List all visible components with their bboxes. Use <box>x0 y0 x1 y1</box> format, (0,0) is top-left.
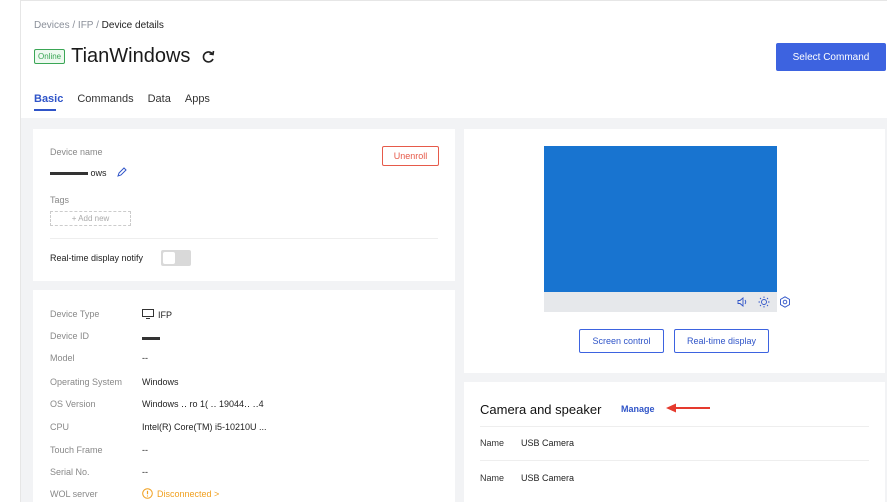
breadcrumb-separator: / <box>72 20 76 31</box>
monitor-icon <box>142 309 154 319</box>
speaker-icon[interactable] <box>737 297 749 307</box>
camera-name-label: Name <box>480 438 505 448</box>
status-badge: Online <box>34 49 66 64</box>
info-value-os: Windows <box>142 377 179 387</box>
info-label-serial: Serial No. <box>50 467 90 477</box>
camera-name-value: USB Camera <box>521 473 575 483</box>
camera-name-value: USB Camera <box>521 438 575 448</box>
app-window: Devices / IFP / Device details Online Ti… <box>20 0 887 502</box>
info-value-device-id <box>142 333 160 343</box>
redacted-block <box>50 172 88 176</box>
info-label-cpu: CPU <box>50 422 70 432</box>
settings-icon[interactable] <box>779 296 791 308</box>
preview-toolbar <box>544 292 790 312</box>
wol-status-link[interactable]: Disconnected > <box>157 489 219 499</box>
tab-bar: Basic Commands Data Apps <box>34 93 224 111</box>
info-label-model: Model <box>50 353 75 363</box>
unenroll-button[interactable]: Unenroll <box>382 146 439 166</box>
info-label-device-id: Device ID <box>50 331 90 341</box>
breadcrumb-separator: / <box>96 20 99 31</box>
screen-preview <box>544 146 777 292</box>
camera-name-label: Name <box>480 473 505 483</box>
tab-data[interactable]: Data <box>148 93 171 111</box>
divider <box>50 238 438 239</box>
info-label-wol: WOL server <box>50 489 98 499</box>
info-label-os: Operating System <box>50 377 123 387</box>
realtime-display-button[interactable]: Real-time display <box>674 329 769 353</box>
tab-basic[interactable]: Basic <box>34 93 63 111</box>
breadcrumb-devices[interactable]: Devices <box>34 20 70 31</box>
realtime-notify-label: Real-time display notify <box>50 253 144 263</box>
device-name-text: ows <box>90 168 107 178</box>
edit-icon[interactable] <box>117 167 127 177</box>
info-value-model: -- <box>142 353 148 363</box>
info-label-touch-frame: Touch Frame <box>50 445 103 455</box>
info-value-cpu: Intel(R) Core(TM) i5-10210U ... <box>142 422 267 432</box>
warning-icon <box>142 488 153 499</box>
page-title: TianWindows <box>71 45 191 67</box>
tab-commands[interactable]: Commands <box>77 93 133 111</box>
screen-control-button[interactable]: Screen control <box>579 329 664 353</box>
info-value-device-type: IFP <box>158 310 173 320</box>
info-label-os-version: OS Version <box>50 399 96 409</box>
device-name-value: ows <box>50 168 107 178</box>
screen-preview-card: Screen control Real-time display <box>464 129 885 373</box>
device-name-label: Device name <box>50 147 103 157</box>
divider <box>480 460 869 461</box>
divider <box>480 426 869 427</box>
title-row: Online TianWindows <box>34 45 216 68</box>
breadcrumb-ifp[interactable]: IFP <box>78 20 93 31</box>
realtime-notify-toggle[interactable] <box>161 250 191 266</box>
annotation-arrow-icon <box>666 403 710 413</box>
redacted-block <box>142 337 160 341</box>
tab-apps[interactable]: Apps <box>185 93 210 111</box>
info-value-serial: -- <box>142 467 148 477</box>
info-label-device-type: Device Type <box>50 309 100 319</box>
basic-card: Device name ows Unenroll Tags + Add new … <box>33 129 455 281</box>
brightness-icon[interactable] <box>758 296 770 308</box>
breadcrumb-current: Device details <box>101 20 164 31</box>
info-value-os-version: Windows ‥ ro 1( ‥ 19044‥ ‥4 <box>142 399 264 409</box>
add-tag-button[interactable]: + Add new <box>50 211 131 226</box>
select-command-button[interactable]: Select Command <box>776 43 886 71</box>
camera-section-title: Camera and speaker <box>480 402 602 417</box>
tags-label: Tags <box>50 195 70 205</box>
refresh-icon[interactable] <box>200 49 216 65</box>
info-value-touch-frame: -- <box>142 445 148 455</box>
camera-speaker-card: Camera and speaker Manage Name USB Camer… <box>464 382 885 502</box>
device-info-card: Device Type IFP Device ID Model -- Opera… <box>33 290 455 502</box>
breadcrumb: Devices / IFP / Device details <box>34 20 164 31</box>
manage-link[interactable]: Manage <box>621 404 655 414</box>
